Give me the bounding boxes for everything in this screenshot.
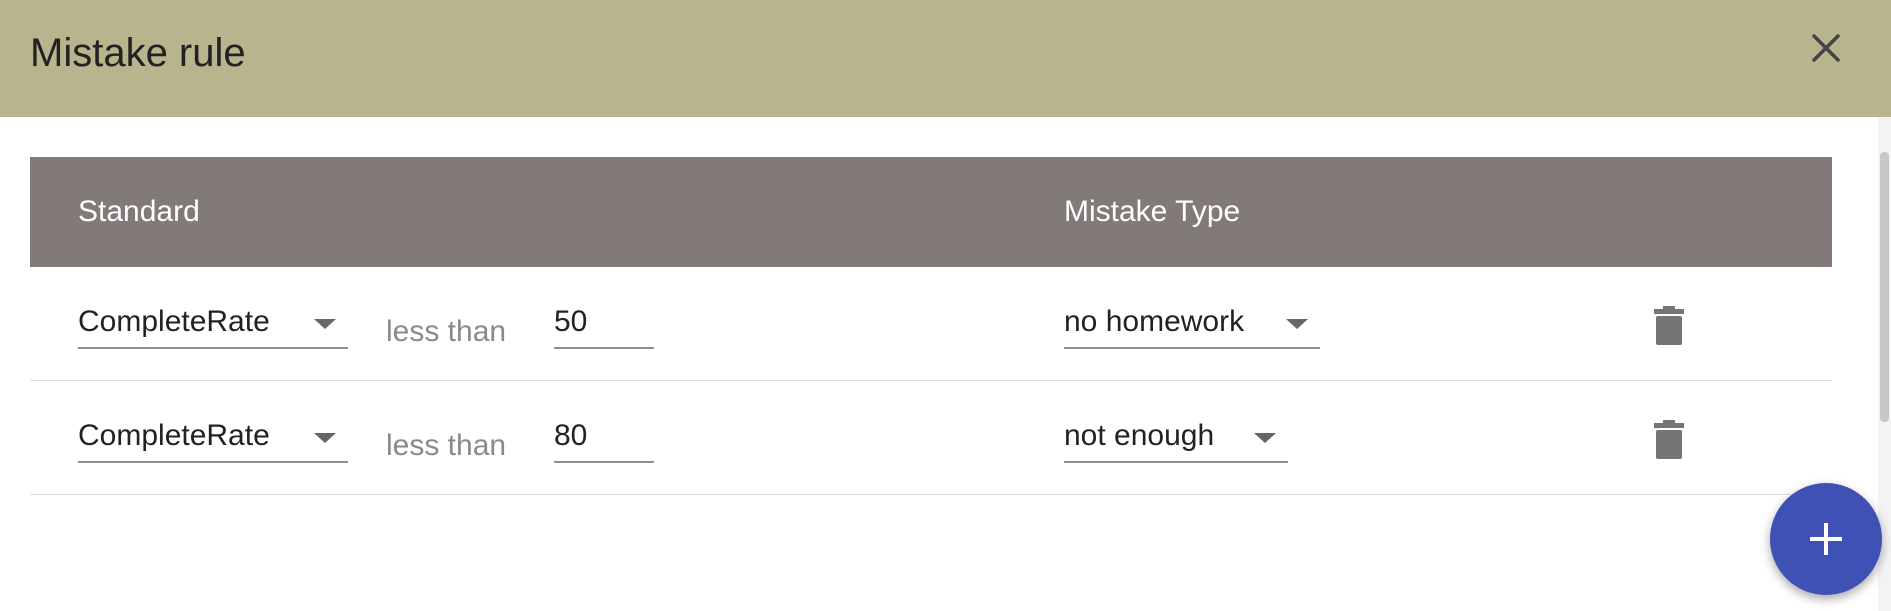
trash-icon — [1654, 420, 1684, 459]
close-button[interactable] — [1806, 28, 1846, 68]
scrollbar-thumb[interactable] — [1880, 152, 1889, 422]
mistake-type-select[interactable]: no homework — [1064, 297, 1320, 349]
operator-label: less than — [386, 315, 507, 348]
column-header-standard: Standard — [78, 195, 200, 228]
column-header-mistake-type: Mistake Type — [1064, 195, 1241, 228]
dialog-title-bar: Mistake rule — [0, 0, 1891, 117]
standard-select[interactable]: CompleteRate — [78, 411, 348, 463]
table-header: Standard Mistake Type — [30, 157, 1832, 267]
delete-row-button[interactable] — [1654, 305, 1684, 345]
dialog-content: Standard Mistake Type CompleteRate less … — [0, 117, 1891, 611]
mistake-type-select[interactable]: not enough — [1064, 411, 1288, 463]
add-rule-button[interactable] — [1770, 483, 1882, 595]
standard-select-value: CompleteRate — [78, 419, 270, 452]
chevron-down-icon — [314, 319, 336, 329]
dialog-title: Mistake rule — [30, 31, 246, 75]
threshold-input[interactable] — [554, 411, 654, 463]
chevron-down-icon — [1254, 433, 1276, 443]
chevron-down-icon — [314, 433, 336, 443]
table-row: CompleteRate less than no homework — [30, 267, 1832, 381]
close-icon — [1812, 34, 1840, 62]
standard-select[interactable]: CompleteRate — [78, 297, 348, 349]
mistake-rule-dialog: Mistake rule Standard Mistake Type Compl… — [0, 0, 1891, 611]
delete-row-button[interactable] — [1654, 419, 1684, 459]
trash-icon — [1654, 306, 1684, 345]
standard-select-value: CompleteRate — [78, 305, 270, 338]
mistake-type-select-value: not enough — [1064, 419, 1215, 452]
threshold-input[interactable] — [554, 297, 654, 349]
operator-label: less than — [386, 429, 507, 462]
mistake-type-select-value: no homework — [1064, 305, 1245, 338]
table-row: CompleteRate less than not enough — [30, 381, 1832, 495]
chevron-down-icon — [1286, 319, 1308, 329]
